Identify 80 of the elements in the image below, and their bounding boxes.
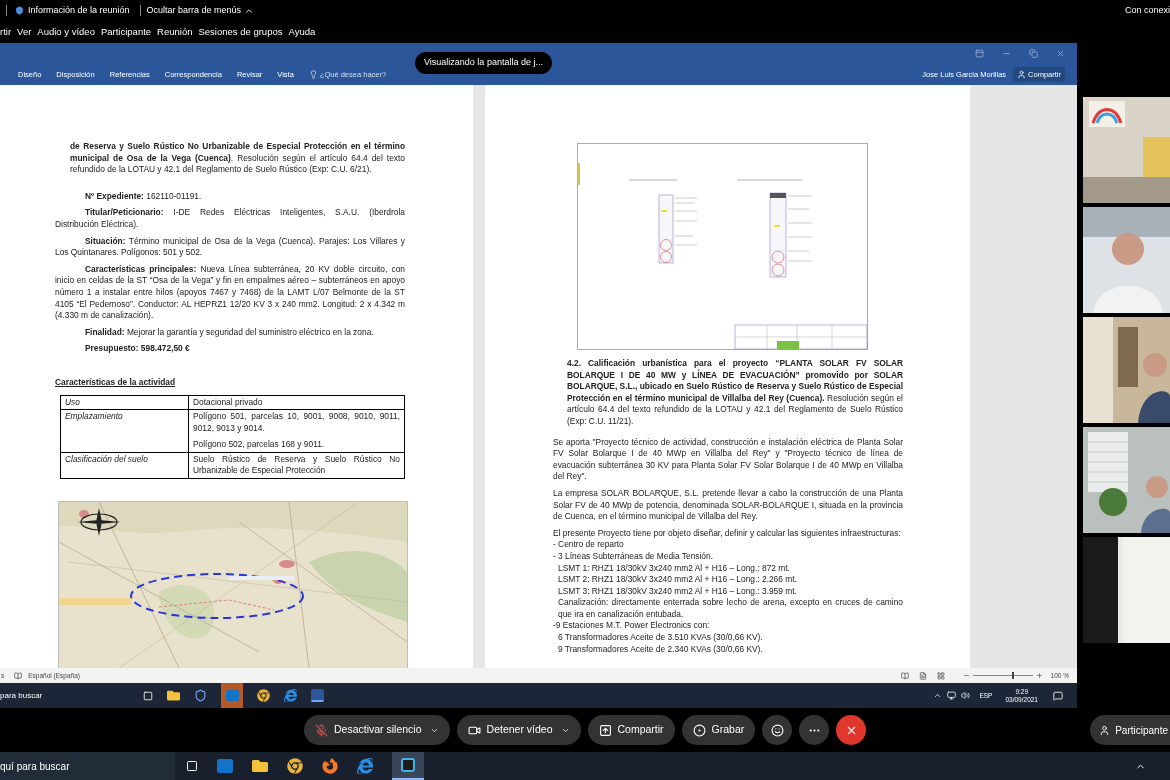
list-item: - 3 Líneas Subterráneas de Media Tensión. (553, 550, 714, 563)
meeting-app-icon[interactable] (392, 752, 424, 780)
paragraph: Titular/Peticionario: I-DE Redes Eléctricas Inteligentes, S.A.U. (Iberdrola Distribución Eléctrica). (55, 207, 405, 231)
lightbulb-icon (308, 70, 318, 79)
paragraph: Características principales: Nueva Línea subterránea, 20 KV doble circuito, con inicio en celdas de la ST “Osa de la Vega” y fin en empalmes aéreo – subterráneos en apoyo número 1 a instalar entre hilos (apoyos 7467 y 7468) de la LAMT L/07 Belmonte de la ST 4105 “El Pedernoso”. Conductor: AL HEPRZ1 12/20 KV 3 x 240 mm2. Longitud: 2 x 4.342 m (4.330 m de canalización). (55, 263, 405, 322)
paragraph: El presente Proyecto tiene por objeto diseñar, definir y calcular las siguientes infraestructuras: (553, 527, 902, 540)
document-app-icon[interactable] (311, 689, 324, 702)
paragraph: Finalidad: Mejorar la garantía y seguridad del suministro eléctrico en la zona. (84, 326, 375, 339)
table-cell: Clasificación del suelo (65, 453, 148, 464)
menu-item[interactable]: Audio y vídeo (37, 24, 95, 40)
shield-icon (15, 6, 24, 15)
firefox-icon[interactable] (322, 758, 338, 774)
person-icon (1017, 70, 1027, 79)
browser-icon[interactable] (357, 758, 373, 774)
paragraph: 4.2. Calificación urbanística para el proyecto “PLANTA SOLAR FV SOLAR BOLARQUE I DE 40 MW y LÍNEA DE EVACUACIÓN” promovido por SOLAR BOLARQUE, S.L., ubicado en Suelo Rústico de Reserva y Suelo Rústico de Especial Protección en el término municipal de Villalba del Rey (Cuenca). Resolución según el artículo 64.4 del texto refundido de la LOTAU y 42.1 del Reglamento de Suelo Rústico (Exp: C.U. 11/21). (566, 358, 903, 428)
menu-item[interactable]: Participante (100, 24, 152, 40)
muted-microphone-icon (315, 723, 328, 737)
network-icon[interactable] (947, 691, 957, 700)
chevron-up-icon[interactable] (933, 691, 943, 700)
smiley-icon (770, 723, 784, 737)
person-icon (1099, 724, 1111, 736)
connection-status: Con conexi (1124, 3, 1170, 17)
control-button[interactable]: Compartir (587, 715, 675, 745)
menu-item[interactable]: Reunión (157, 24, 193, 40)
task-view-icon[interactable] (186, 760, 198, 772)
shield-app-icon[interactable] (194, 689, 207, 702)
list-item: Canalización: directamente enterrada sobre lecho de arena, excepto en cruces de camino que ira en canalización entubada. (557, 597, 903, 621)
list-item: LSMT 2: RHZ1 18/30kV 3x240 mm2 Al + H16 – Long.: 2.266 mt. (557, 574, 798, 586)
paragraph: Situación: Término municipal de Osa de la Vega (Cuenca). Parajes: Los Villares y Los Quintanares. Polígonos: 501 y 502. (55, 235, 405, 259)
menu-item[interactable]: Ver (17, 24, 32, 40)
search-field[interactable]: para buscar (0, 683, 135, 708)
paragraph: Se aporta "Proyecto técnico de actividad, construcción e instalación eléctrica de Planta Solar FV Solar Bolarque I de 40 MWp en Villalba del Rey" y "Proyecto técnico de línea de evacuación subterránea 30 KV para Planta Solar FV Solar Bolarque I de 40 MWp en Villalba del Rey". (553, 436, 903, 483)
table-cell: Polígono 501, parcelas 10, 9001, 9008, 9010, 9011, 9012, 9013 y 9014. (193, 411, 400, 435)
meeting-info-link[interactable]: Información de la reunión (28, 3, 130, 18)
reactions-button[interactable] (762, 715, 793, 745)
paragraph: La empresa SOLAR BOLARQUE, S.L. pretende llevar a cabo la construcción de una Planta Solar FV de 40 MWp de potencia, denominada SOLAR-BOLARQUE I, situada en la provincia de Cuenca, en el término municipal de Villalba del Rey. (553, 487, 903, 523)
close-icon[interactable] (1056, 49, 1065, 58)
end-call-button[interactable] (836, 715, 867, 745)
record-icon (692, 723, 706, 737)
browser-icon[interactable] (284, 689, 297, 702)
list-item: 6 Transformadores Aceite de 3.510 KVAs (30/0,66 KV). (557, 632, 764, 644)
chrome-icon[interactable] (287, 758, 303, 774)
hide-menu-bar-link[interactable]: Ocultar barra de menús (146, 3, 242, 18)
control-button[interactable]: Desactivar silencio (304, 715, 450, 745)
table-cell-text: Dotacional privado (193, 396, 264, 409)
proofing-icon[interactable] (14, 671, 23, 680)
folder-icon[interactable] (167, 689, 180, 702)
participants-button[interactable]: Participante (1090, 715, 1170, 745)
notifications-icon[interactable] (1053, 690, 1063, 701)
table-cell: Suelo Rústico de Reserva y Suelo Rústico No Urbanizable de Especial Protección (193, 453, 400, 478)
list-item: - Centro de reparto (553, 539, 625, 551)
section-heading: Características de la actividad (55, 376, 176, 387)
paragraph: Nº Expediente: 162110-01191. (84, 190, 203, 203)
table-cell: Emplazamiento (65, 411, 123, 422)
list-item: LSMT 1: RHZ1 18/30kV 3x240 mm2 Al + H16 – Long.: 872 mt. (557, 562, 791, 575)
folder-icon[interactable] (252, 758, 268, 774)
table-cell: Uso (65, 396, 80, 407)
read-mode-icon[interactable] (900, 671, 909, 680)
table-cell-text: Polígono 502, parcelas 168 y 9011. (193, 439, 326, 451)
zoom-out-icon[interactable] (962, 672, 970, 679)
menu-item[interactable]: rtir (0, 24, 12, 40)
paragraph: de Reserva y Suelo Rústico No Urbanizable de Especial Protección en el término municipal de Osa de la Vega (Cuenca). Resolución según el artículo 64.4 del texto refundido de la LOTAU y 42.1 del Reglamento de Suelo Rústico (Exp: C.U. 6/21). (69, 141, 405, 176)
task-view-icon[interactable] (143, 690, 153, 701)
print-layout-icon[interactable] (918, 671, 927, 680)
search-field[interactable]: quí para buscar (0, 752, 175, 780)
share-icon (598, 723, 612, 737)
paragraph: Presupuesto: 598.472,50 € (84, 343, 191, 355)
chrome-icon[interactable] (257, 689, 270, 702)
sharing-toast: Visualizando la pantalla de j... (415, 52, 552, 74)
control-button[interactable]: Detener vídeo (456, 715, 581, 745)
menu-item[interactable]: Sesiones de grupos (198, 24, 283, 40)
control-button[interactable]: Grabar (681, 715, 756, 745)
web-layout-icon[interactable] (936, 671, 945, 680)
ribbon-display-icon[interactable] (975, 49, 984, 58)
zoom-in-icon[interactable] (1035, 672, 1043, 679)
volume-icon[interactable] (961, 691, 971, 700)
list-item: -9 Estaciones M.T. Power Electronics con: (553, 620, 711, 633)
list-item: LSMT 3: RHZ1 18/30kV 3x240 mm2 Al + H16 – Long.: 3.959 mt. (557, 585, 798, 598)
list-item: 9 Transformadores Aceite de 2.340 KVAs (30/0,66 KV). (557, 643, 764, 656)
menu-item[interactable]: Ayuda (288, 24, 316, 40)
